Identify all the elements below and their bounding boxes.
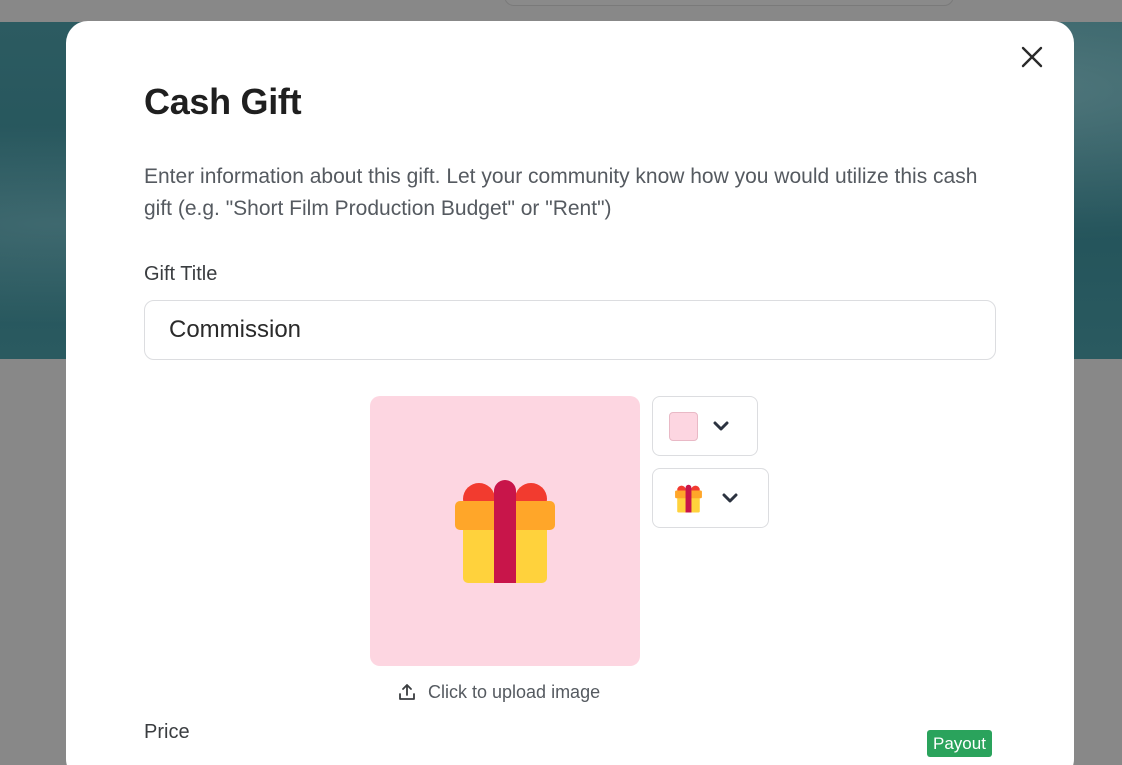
gift-title-input[interactable] xyxy=(144,300,996,360)
upload-image-button[interactable]: Click to upload image xyxy=(398,679,600,705)
gift-icon xyxy=(675,484,702,512)
icon-picker[interactable] xyxy=(652,468,769,528)
gift-title-label: Gift Title xyxy=(144,263,218,285)
color-swatch xyxy=(669,411,698,441)
chevron-down-icon xyxy=(713,421,729,432)
gift-image-preview[interactable] xyxy=(370,396,640,666)
payout-badge: Payout xyxy=(927,730,992,757)
close-button[interactable] xyxy=(1018,43,1046,71)
price-label: Price xyxy=(144,721,190,743)
modal-title: Cash Gift xyxy=(144,81,302,122)
background-search-field xyxy=(504,0,954,6)
chevron-down-icon xyxy=(722,493,738,504)
upload-label: Click to upload image xyxy=(428,681,601,702)
cash-gift-modal: Cash Gift Enter information about this g… xyxy=(66,21,1074,765)
upload-icon xyxy=(399,684,415,700)
background-color-picker[interactable] xyxy=(652,396,758,456)
close-icon xyxy=(1021,46,1043,68)
gift-icon xyxy=(455,480,555,583)
modal-description: Enter information about this gift. Let y… xyxy=(144,165,978,220)
